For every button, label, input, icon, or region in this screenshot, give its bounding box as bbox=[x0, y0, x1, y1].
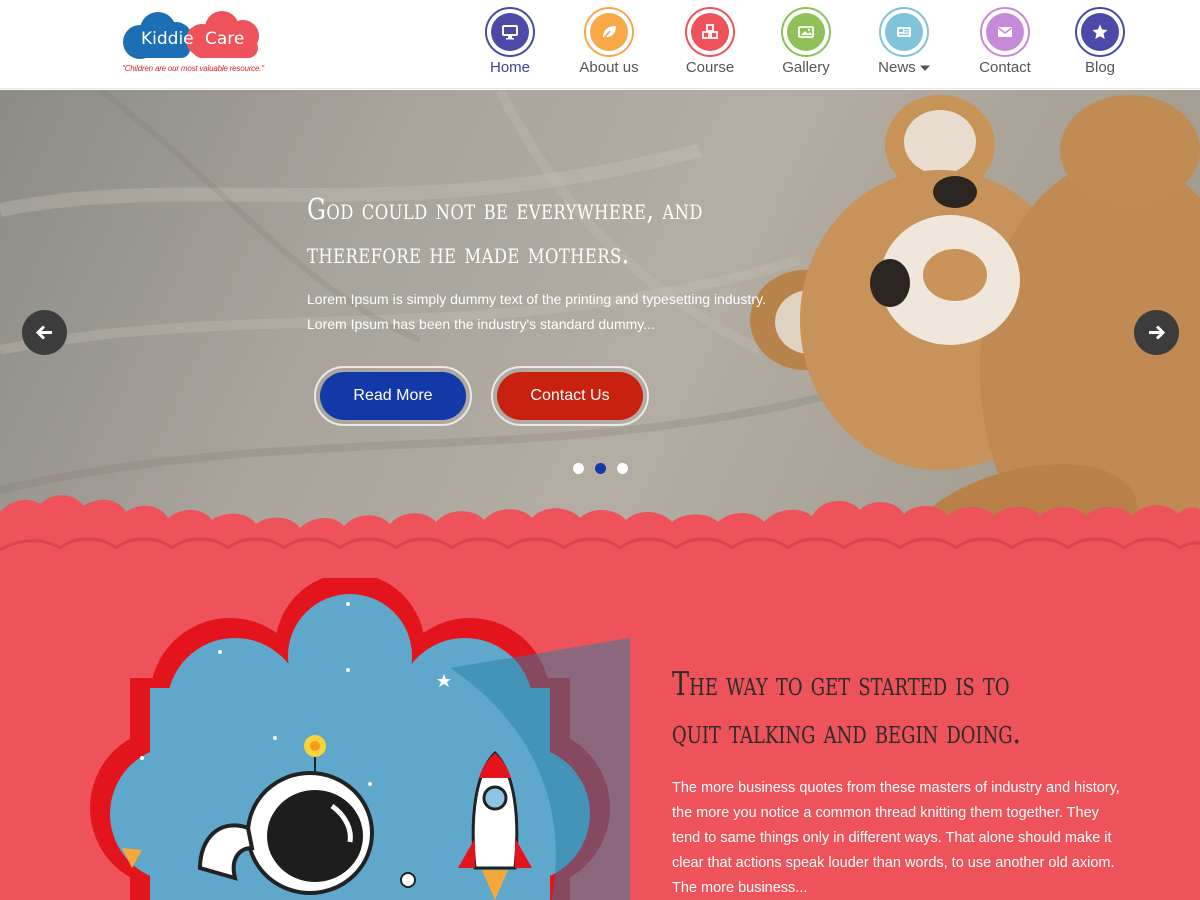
nav-circle bbox=[485, 7, 535, 57]
nav-circle bbox=[980, 7, 1030, 57]
arrow-right-icon bbox=[1149, 325, 1166, 340]
newspaper-icon bbox=[897, 27, 911, 37]
about-section: The way to get started is to quit talkin… bbox=[0, 578, 1200, 900]
leaf-icon bbox=[602, 26, 616, 40]
nav-circle-fill bbox=[986, 13, 1024, 51]
nav-item-home[interactable]: Home bbox=[470, 7, 550, 79]
nav-label-news: News bbox=[864, 59, 944, 76]
site-header: Kiddie Care "Children are our most valua… bbox=[0, 0, 1200, 89]
section-text: The more business quotes from these mast… bbox=[672, 780, 1120, 896]
image-icon bbox=[798, 26, 814, 38]
nav-circle-fill bbox=[787, 13, 825, 51]
logo-text-care: Care bbox=[205, 29, 245, 49]
slider-dots bbox=[573, 463, 633, 475]
slider-next-button[interactable] bbox=[1134, 310, 1179, 355]
contact-us-button[interactable]: Contact Us bbox=[497, 372, 643, 420]
cubes-icon bbox=[702, 24, 718, 39]
nav-item-about[interactable]: About us bbox=[569, 7, 649, 79]
main-nav: Home About us Course Gallery News Contac… bbox=[470, 0, 1170, 89]
hero-title: God could not be everywhere, and therefo… bbox=[307, 192, 703, 270]
nav-circle bbox=[781, 7, 831, 57]
nav-label-news-text: News bbox=[878, 59, 916, 76]
hero-slider: God could not be everywhere, and therefo… bbox=[0, 90, 1200, 578]
section-title: The way to get started is to quit talkin… bbox=[672, 664, 1021, 751]
nav-item-gallery[interactable]: Gallery bbox=[766, 7, 846, 79]
monitor-icon bbox=[502, 25, 518, 40]
cloud-border-decoration bbox=[0, 495, 1200, 578]
nav-label-gallery: Gallery bbox=[782, 59, 830, 76]
logo-text-kiddie: Kiddie bbox=[141, 29, 194, 49]
nav-label-blog: Blog bbox=[1084, 59, 1116, 76]
nav-circle bbox=[685, 7, 735, 57]
envelope-icon bbox=[998, 27, 1012, 37]
read-more-button-wrapper: Read More bbox=[314, 366, 472, 426]
slider-dot-active[interactable] bbox=[595, 463, 606, 474]
nav-circle-fill bbox=[885, 13, 923, 51]
contact-us-button-wrapper: Contact Us bbox=[491, 366, 649, 426]
nav-label-contact: Contact bbox=[979, 59, 1031, 76]
nav-item-contact[interactable]: Contact bbox=[965, 7, 1045, 79]
nav-circle bbox=[1075, 7, 1125, 57]
logo-tagline: "Children are our most valuable resource… bbox=[122, 64, 264, 73]
nav-circle-fill bbox=[590, 13, 628, 51]
slider-dot[interactable] bbox=[573, 463, 584, 474]
slider-prev-button[interactable] bbox=[22, 310, 67, 355]
caret-down-icon[interactable] bbox=[919, 64, 930, 72]
nav-circle-fill bbox=[1081, 13, 1119, 51]
read-more-button[interactable]: Read More bbox=[320, 372, 466, 420]
site-logo[interactable]: Kiddie Care "Children are our most valua… bbox=[118, 8, 268, 78]
nav-circle bbox=[879, 7, 929, 57]
nav-circle-fill bbox=[691, 13, 729, 51]
hero-text: Lorem Ipsum is simply dummy text of the … bbox=[307, 291, 766, 332]
star-icon bbox=[1092, 24, 1108, 39]
nav-label-about: About us bbox=[579, 59, 639, 76]
arrow-left-icon bbox=[35, 325, 52, 340]
nav-label-course: Course bbox=[685, 59, 735, 76]
nav-item-blog[interactable]: Blog bbox=[1060, 7, 1140, 79]
nav-item-course[interactable]: Course bbox=[670, 7, 750, 79]
nav-circle-fill bbox=[491, 13, 529, 51]
slider-dot[interactable] bbox=[617, 463, 628, 474]
nav-label-home: Home bbox=[489, 59, 530, 76]
nav-circle bbox=[584, 7, 634, 57]
nav-item-news[interactable]: News bbox=[864, 7, 944, 79]
astronaut-illustration bbox=[90, 578, 630, 900]
